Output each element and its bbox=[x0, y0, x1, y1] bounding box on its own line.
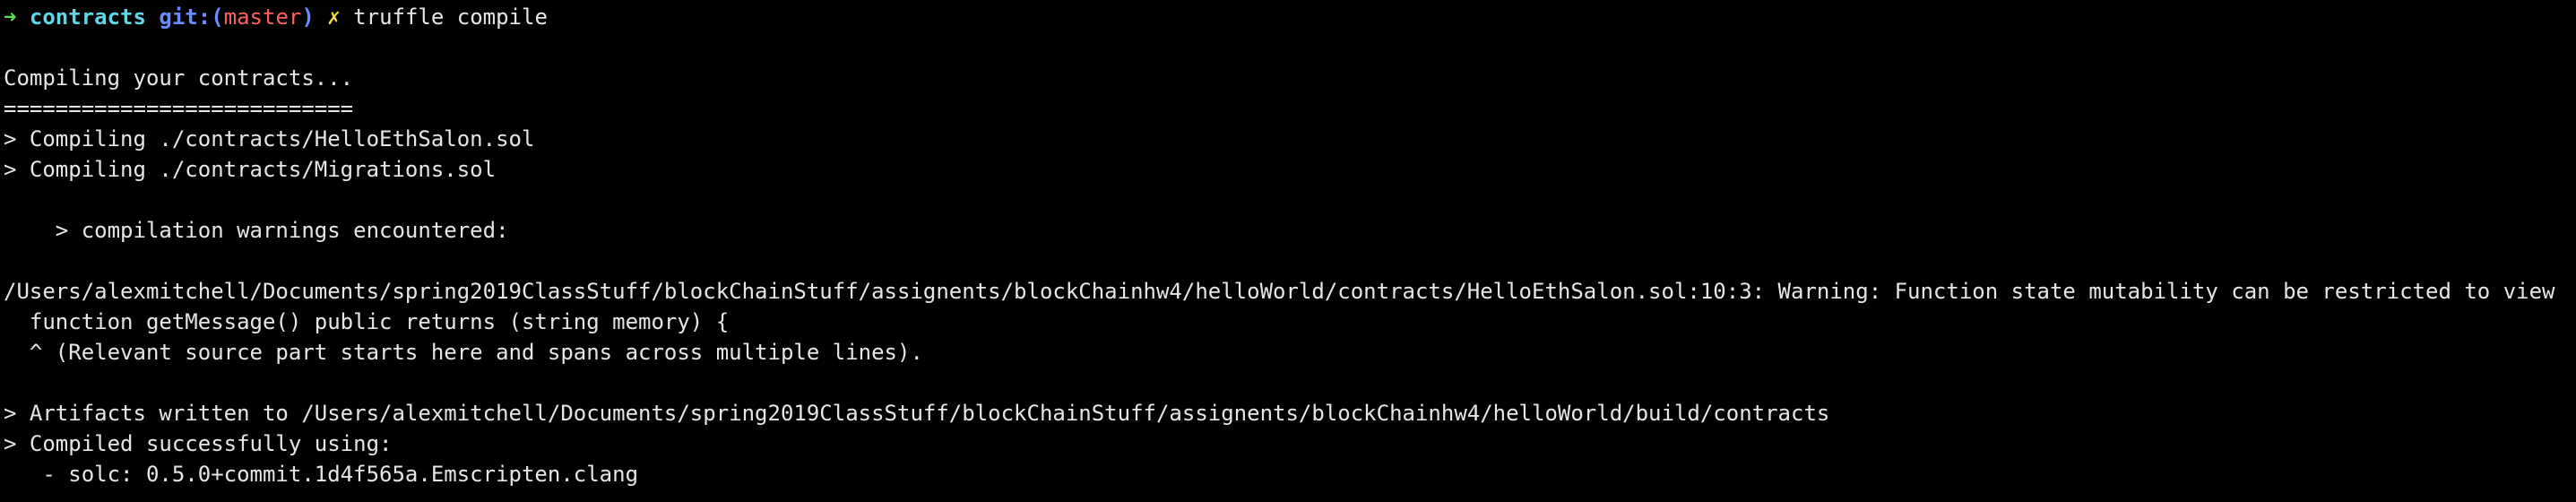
terminal-window[interactable]: ➜ contracts git:(master) ✗ truffle compi… bbox=[0, 0, 2576, 502]
prompt-arrow-icon: ➜ bbox=[4, 4, 17, 30]
output-warning-caret: ^ (Relevant source part starts here and … bbox=[4, 340, 923, 365]
prompt-git-suffix: ) bbox=[301, 4, 315, 30]
prompt-git-branch: master bbox=[223, 4, 302, 30]
output-compile-migrations: > Compiling ./contracts/Migrations.sol bbox=[4, 157, 497, 182]
output-compile-hello: > Compiling ./contracts/HelloEthSalon.so… bbox=[4, 126, 535, 151]
dirty-marker-icon: ✗ bbox=[327, 4, 341, 30]
output-solc-version: - solc: 0.5.0+commit.1d4f565a.Emscripten… bbox=[4, 462, 639, 487]
output-compiled-ok: > Compiled successfully using: bbox=[4, 431, 393, 456]
output-compiling-header: Compiling your contracts... bbox=[4, 65, 354, 91]
prompt-directory: contracts bbox=[29, 4, 146, 30]
prompt-line: ➜ contracts git:(master) ✗ truffle compi… bbox=[0, 2, 2576, 32]
prompt-command: truffle compile bbox=[353, 4, 548, 30]
output-warning-code: function getMessage() public returns (st… bbox=[4, 309, 730, 334]
output-warnings-header: > compilation warnings encountered: bbox=[4, 218, 509, 243]
prompt-git-prefix: git:( bbox=[159, 4, 224, 30]
output-warning-path: /Users/alexmitchell/Documents/spring2019… bbox=[4, 279, 2555, 304]
output-artifacts: > Artifacts written to /Users/alexmitche… bbox=[4, 401, 1830, 426]
output-separator: =========================== bbox=[4, 96, 354, 121]
